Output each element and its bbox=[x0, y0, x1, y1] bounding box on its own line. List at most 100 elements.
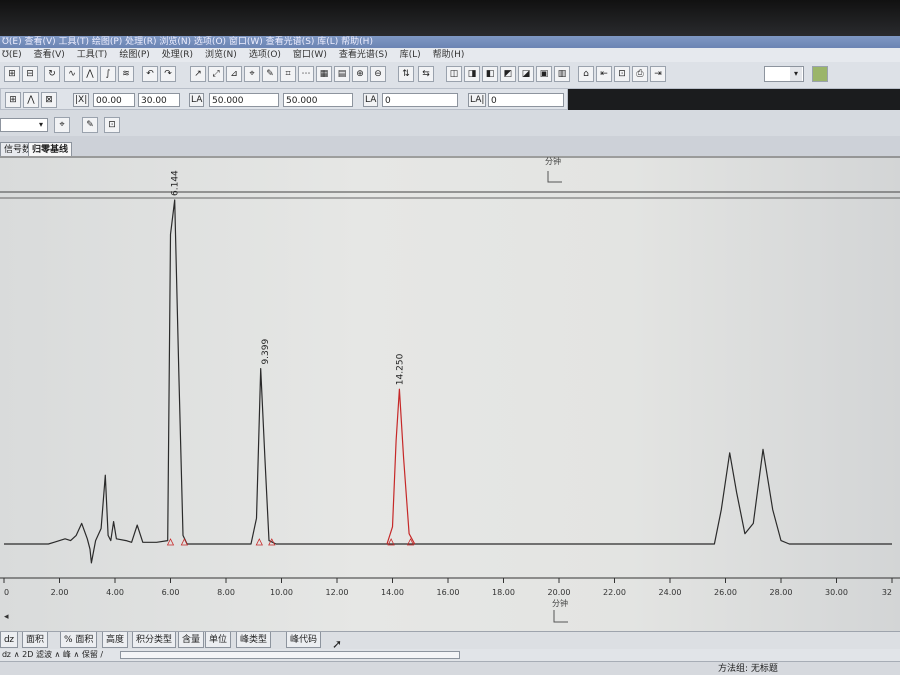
tool-g-icon[interactable]: ⋯ bbox=[298, 66, 314, 82]
tab-units[interactable]: 单位 bbox=[205, 632, 232, 648]
menu-item-library[interactable]: 库(L) bbox=[400, 48, 421, 62]
x-tick-label: 32 bbox=[882, 588, 892, 597]
tool-l-icon[interactable]: ⇅ bbox=[398, 66, 414, 82]
tool-p-icon[interactable]: ◧ bbox=[482, 66, 498, 82]
zoom-out-icon[interactable]: ⊟ bbox=[22, 66, 38, 82]
overlay-icon[interactable]: ≋ bbox=[118, 66, 134, 82]
channel-select[interactable]: ▾ bbox=[0, 118, 48, 132]
tab-result-0[interactable]: ǳ bbox=[0, 632, 19, 648]
peak-boundary-marker bbox=[255, 538, 263, 546]
baseline-icon[interactable]: ∿ bbox=[64, 66, 80, 82]
menu-item-spectra[interactable]: 查看光谱(S) bbox=[339, 48, 388, 62]
x-tick-label: 10.00 bbox=[270, 588, 293, 597]
secondary-toolbar: ▾ ⌖ ✎ ⊡ bbox=[0, 110, 900, 136]
menu-item-help[interactable]: 帮助(H) bbox=[433, 48, 465, 62]
method-status-text: 方法组: 无标题 bbox=[718, 664, 778, 674]
trace-1 bbox=[386, 388, 416, 545]
menu-item-process[interactable]: 处理(R) bbox=[162, 48, 193, 62]
tool-u-icon[interactable]: ⌂ bbox=[578, 66, 594, 82]
width-input[interactable]: 0 bbox=[488, 93, 564, 107]
tab-peak-code[interactable]: 峰代码 bbox=[286, 632, 322, 648]
tool-h-icon[interactable]: ▦ bbox=[316, 66, 332, 82]
redo-icon[interactable]: ↷ bbox=[160, 66, 176, 82]
x-tick-label: 28.00 bbox=[770, 588, 793, 597]
integrate-icon[interactable]: ∫ bbox=[100, 66, 116, 82]
fit-icon[interactable]: ⊠ bbox=[41, 92, 57, 108]
chromatogram-traces bbox=[4, 199, 892, 564]
refresh-icon[interactable]: ↻ bbox=[44, 66, 60, 82]
undo-icon[interactable]: ↶ bbox=[142, 66, 158, 82]
print-icon[interactable]: ⎙ bbox=[632, 66, 648, 82]
tool-c-icon[interactable]: ⊿ bbox=[226, 66, 242, 82]
x-from-input[interactable]: 00.00 bbox=[93, 93, 135, 107]
tool-i-icon[interactable]: ▤ bbox=[334, 66, 350, 82]
menu-item-edit[interactable]: Ʊ(E) bbox=[2, 48, 22, 62]
color-icon[interactable] bbox=[812, 66, 828, 82]
tool-b-icon[interactable]: ⤢ bbox=[208, 66, 224, 82]
x-tick-label: 22.00 bbox=[603, 588, 626, 597]
peak-label: 14.250 bbox=[395, 353, 405, 385]
tool-q-icon[interactable]: ◩ bbox=[500, 66, 516, 82]
y-from-input[interactable]: 50.000 bbox=[209, 93, 279, 107]
menu-item-window[interactable]: 窗口(W) bbox=[293, 48, 327, 62]
tab-amount[interactable]: 含量 bbox=[178, 632, 205, 648]
trace-0 bbox=[4, 199, 892, 564]
tool-v-icon[interactable]: ⇤ bbox=[596, 66, 612, 82]
tab-area-percent[interactable]: % 面积 bbox=[60, 632, 98, 648]
status-bar: 方法组: 无标题 bbox=[0, 661, 900, 675]
chromatogram-chart: 分钟 0 2.00 4.00 6.00 8.00 10.00 12.00 14.00 16.00… bbox=[0, 156, 900, 623]
x-tick-label: 2.00 bbox=[51, 588, 69, 597]
annotate-icon[interactable]: ✎ bbox=[82, 117, 98, 133]
tool-t-icon[interactable]: ▥ bbox=[554, 66, 570, 82]
tool-m-icon[interactable]: ⇆ bbox=[418, 66, 434, 82]
tool-r-icon[interactable]: ◪ bbox=[518, 66, 534, 82]
scroll-left-icon[interactable]: ◂ bbox=[4, 612, 9, 622]
zoom-icon[interactable]: ⊞ bbox=[4, 66, 20, 82]
chevron-down-icon: ▾ bbox=[790, 67, 802, 81]
tool-a-icon[interactable]: ↗ bbox=[190, 66, 206, 82]
chromatogram-panel: 分钟 0 2.00 4.00 6.00 8.00 10.00 12.00 14.00 16.00… bbox=[0, 156, 900, 631]
tool-s-icon[interactable]: ▣ bbox=[536, 66, 552, 82]
cursor-icon[interactable]: ⌖ bbox=[54, 117, 70, 133]
tab-strip: 信号数 归零基线 bbox=[0, 136, 900, 157]
top-axis-unit-label: 分钟 bbox=[545, 156, 561, 166]
label-icon[interactable]: ⊡ bbox=[104, 117, 120, 133]
menu-item-options[interactable]: 选项(O) bbox=[249, 48, 281, 62]
tool-f-icon[interactable]: ⌗ bbox=[280, 66, 296, 82]
menu-item-tools[interactable]: 工具(T) bbox=[77, 48, 108, 62]
menu-item-view[interactable]: 查看(V) bbox=[34, 48, 65, 62]
tab-zero-baseline[interactable]: 归零基线 bbox=[28, 142, 73, 157]
layout-select[interactable]: ▾ bbox=[764, 66, 804, 82]
tool-x-icon[interactable]: ⇥ bbox=[650, 66, 666, 82]
y-to-input[interactable]: 50.000 bbox=[283, 93, 353, 107]
width-label: LA| bbox=[468, 93, 487, 107]
view-icon[interactable]: ⊞ bbox=[5, 92, 21, 108]
scale-icon[interactable]: ⋀ bbox=[23, 92, 39, 108]
tool-k-icon[interactable]: ⊖ bbox=[370, 66, 386, 82]
x-tick-label: 16.00 bbox=[437, 588, 460, 597]
range-toolbar: ⊞ ⋀ ⊠ |X| 00.00 30.00 LA 50.000 50.000 L… bbox=[0, 88, 568, 110]
x-tick-label: 8.00 bbox=[217, 588, 235, 597]
tool-o-icon[interactable]: ◨ bbox=[464, 66, 480, 82]
x-tick-label: 18.00 bbox=[492, 588, 515, 597]
tool-e-icon[interactable]: ✎ bbox=[262, 66, 278, 82]
tool-n-icon[interactable]: ◫ bbox=[446, 66, 462, 82]
menu-item-browse[interactable]: 浏览(N) bbox=[205, 48, 237, 62]
tab-area[interactable]: 面积 bbox=[22, 632, 49, 648]
horizontal-scrollbar[interactable] bbox=[120, 651, 460, 659]
threshold-input[interactable]: 0 bbox=[382, 93, 458, 107]
menu-item-plot[interactable]: 绘图(P) bbox=[119, 48, 149, 62]
chevron-down-icon: ▾ bbox=[38, 120, 43, 129]
tab-peak-type[interactable]: 峰类型 bbox=[236, 632, 272, 648]
tool-j-icon[interactable]: ⊕ bbox=[352, 66, 368, 82]
x-to-input[interactable]: 30.00 bbox=[138, 93, 180, 107]
results-tab-strip: ǳ 面积 % 面积 高度 积分类型 含量 单位 峰类型 峰代码 ➚ bbox=[0, 631, 900, 650]
peak-icon[interactable]: ⋀ bbox=[82, 66, 98, 82]
tab-integration-type[interactable]: 积分类型 bbox=[132, 632, 177, 648]
sheet-tabs-text[interactable]: ǳ ∧ 2D 滤波 ∧ 峰 ∧ 保留 / bbox=[2, 650, 103, 659]
monitor-bezel bbox=[0, 0, 900, 38]
tool-w-icon[interactable]: ⊡ bbox=[614, 66, 630, 82]
tab-height[interactable]: 高度 bbox=[102, 632, 129, 648]
x-axis-ticks: 0 2.00 4.00 6.00 8.00 10.00 12.00 14.00 16.00 18.… bbox=[3, 578, 893, 597]
tool-d-icon[interactable]: ⌖ bbox=[244, 66, 260, 82]
